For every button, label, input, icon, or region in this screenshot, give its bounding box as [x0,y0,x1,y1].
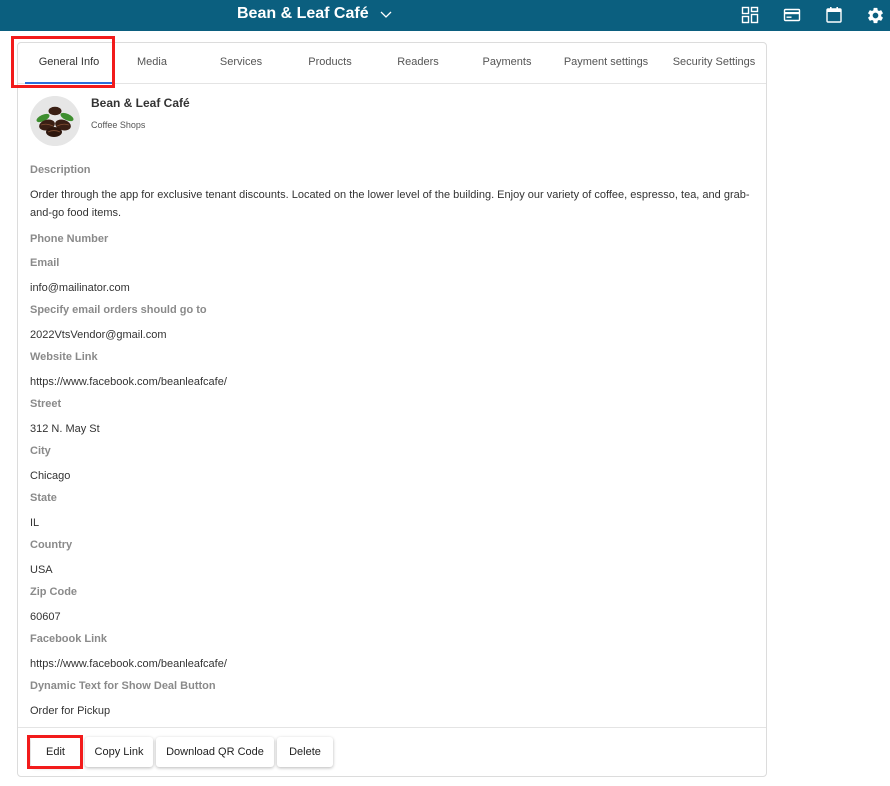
field-label: Country [30,539,73,551]
tab-general-info[interactable]: General Info [25,43,113,84]
venue-title: Bean & Leaf Café [237,5,369,22]
edit-button[interactable]: Edit [31,737,80,767]
field-label: City [30,445,51,457]
field-order-email: Specify email orders should go to 2022Vt… [30,303,755,350]
field-label: Specify email orders should go to [30,304,207,316]
field-phone-number: Phone Number [30,232,755,256]
tab-label: Readers [397,56,439,68]
tab-security-settings[interactable]: Security Settings [666,43,762,83]
vendor-card: General Info Media Services Products Rea… [11,36,767,777]
tab-label: Security Settings [672,56,756,68]
tab-label: Products [308,56,352,68]
tab-readers[interactable]: Readers [383,43,453,83]
dashboard-icon[interactable] [741,6,759,24]
field-website-link: Website Link https://www.facebook.com/be… [30,350,755,397]
field-country: Country USA [30,538,755,585]
top-bar: Bean & Leaf Café [0,0,890,31]
footer-divider [18,727,766,728]
field-value: info@mailinator.com [30,282,130,294]
field-value: USA [30,564,53,576]
field-email: Email info@mailinator.com [30,256,755,303]
tab-media[interactable]: Media [122,43,182,83]
field-value: https://www.facebook.com/beanleafcafe/ [30,376,227,388]
general-info-fields: Description Order through the app for ex… [30,163,755,726]
field-value: Order through the app for exclusive tena… [30,189,750,219]
field-value: https://www.facebook.com/beanleafcafe/ [30,658,227,670]
field-street: Street 312 N. May St [30,397,755,444]
field-value: 2022VtsVendor@gmail.com [30,329,167,341]
venue-switcher[interactable]: Bean & Leaf Café [237,5,393,23]
tab-label: General Info [38,56,100,68]
field-description: Description Order through the app for ex… [30,163,755,222]
delete-button[interactable]: Delete [277,737,333,767]
tab-bar: General Info Media Services Products Rea… [11,36,766,88]
field-label: Description [30,164,91,176]
tab-label: Media [137,56,167,68]
vendor-name: Bean & Leaf Café [91,96,190,110]
field-label: Street [30,398,62,410]
calendar-icon[interactable] [825,6,843,24]
field-label: State [30,492,57,504]
field-value: Order for Pickup [30,705,111,717]
tab-services[interactable]: Services [206,43,276,83]
card-icon[interactable] [783,6,801,24]
chevron-down-icon [380,11,392,18]
field-zip-code: Zip Code 60607 [30,585,755,632]
tab-payments[interactable]: Payments [472,43,542,83]
tab-label: Payment settings [563,56,649,68]
field-label: Email [30,257,60,269]
tab-label: Payments [482,56,532,68]
field-deal-button-text: Dynamic Text for Show Deal Button Order … [30,679,755,726]
field-facebook-link: Facebook Link https://www.facebook.com/b… [30,632,755,679]
field-city: City Chicago [30,444,755,491]
field-label: Website Link [30,351,98,363]
field-label: Dynamic Text for Show Deal Button [30,680,216,692]
vendor-category: Coffee Shops [91,120,146,130]
field-label: Zip Code [30,586,78,598]
download-qr-code-button[interactable]: Download QR Code [156,737,274,767]
copy-link-button[interactable]: Copy Link [85,737,153,767]
coffee-beans-icon [30,96,80,146]
field-value: IL [30,517,40,529]
active-tab-indicator [25,82,113,84]
field-state: State IL [30,491,755,538]
tab-payment-settings[interactable]: Payment settings [556,43,656,83]
tab-label: Services [219,56,263,68]
tab-products[interactable]: Products [295,43,365,83]
gear-icon[interactable] [866,6,885,25]
field-value: 312 N. May St [30,423,100,435]
field-label: Facebook Link [30,633,108,645]
field-value: Chicago [30,470,71,482]
field-label: Phone Number [30,233,109,245]
field-value: 60607 [30,611,61,623]
